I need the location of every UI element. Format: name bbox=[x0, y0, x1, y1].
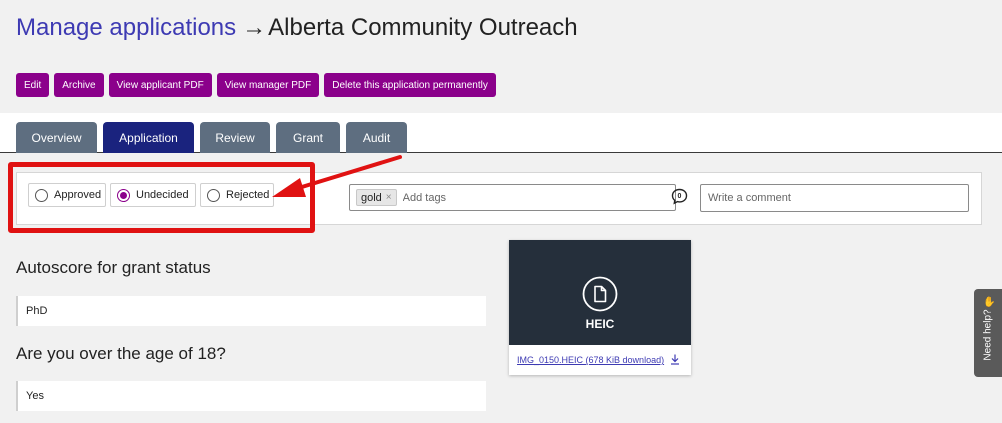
archive-button[interactable]: Archive bbox=[54, 73, 104, 97]
answer-text: Yes bbox=[26, 390, 44, 402]
wave-icon: ✋ bbox=[983, 297, 996, 308]
answer-value: Yes bbox=[16, 381, 486, 411]
action-bar: Edit Archive View applicant PDF View man… bbox=[16, 73, 496, 97]
file-attachment-card: HEIC IMG_0150.HEIC (678 KiB download) bbox=[509, 240, 691, 375]
view-applicant-pdf-button[interactable]: View applicant PDF bbox=[108, 73, 212, 97]
tab-overview[interactable]: Overview bbox=[16, 122, 97, 153]
question-label: Autoscore for grant status bbox=[16, 258, 211, 277]
edit-button[interactable]: Edit bbox=[16, 73, 50, 97]
application-title: Alberta Community Outreach bbox=[268, 14, 578, 41]
answer-value: PhD bbox=[16, 296, 486, 326]
tab-review[interactable]: Review bbox=[200, 122, 270, 153]
question-label: Are you over the age of 18? bbox=[16, 344, 226, 363]
file-download-link[interactable]: IMG_0150.HEIC (678 KiB download) bbox=[517, 355, 664, 365]
delete-application-button[interactable]: Delete this application permanently bbox=[324, 73, 496, 97]
answer-text: PhD bbox=[26, 305, 48, 317]
page-title: Manage applications →Alberta Community Ou… bbox=[16, 12, 578, 44]
annotation-arrow bbox=[272, 155, 402, 197]
breadcrumb-manage-applications-link[interactable]: Manage applications bbox=[16, 14, 236, 41]
file-type-label: HEIC bbox=[585, 317, 615, 331]
comment-input[interactable] bbox=[700, 184, 969, 212]
comment-icon: 0 bbox=[671, 188, 688, 205]
tab-application[interactable]: Application bbox=[103, 122, 194, 153]
tags-input[interactable] bbox=[402, 191, 643, 204]
tab-grant[interactable]: Grant bbox=[276, 122, 340, 153]
need-help-tab[interactable]: ✋ Need help? bbox=[974, 289, 1002, 377]
svg-text:0: 0 bbox=[678, 193, 682, 200]
tab-audit[interactable]: Audit bbox=[346, 122, 407, 153]
need-help-label: Need help? bbox=[982, 309, 994, 361]
download-icon[interactable] bbox=[670, 354, 680, 365]
file-preview[interactable]: HEIC bbox=[509, 240, 691, 345]
view-manager-pdf-button[interactable]: View manager PDF bbox=[216, 73, 320, 97]
breadcrumb-arrow: → bbox=[242, 14, 267, 41]
tab-bar: Overview Application Review Grant Audit bbox=[0, 113, 1002, 153]
document-icon bbox=[582, 276, 618, 312]
